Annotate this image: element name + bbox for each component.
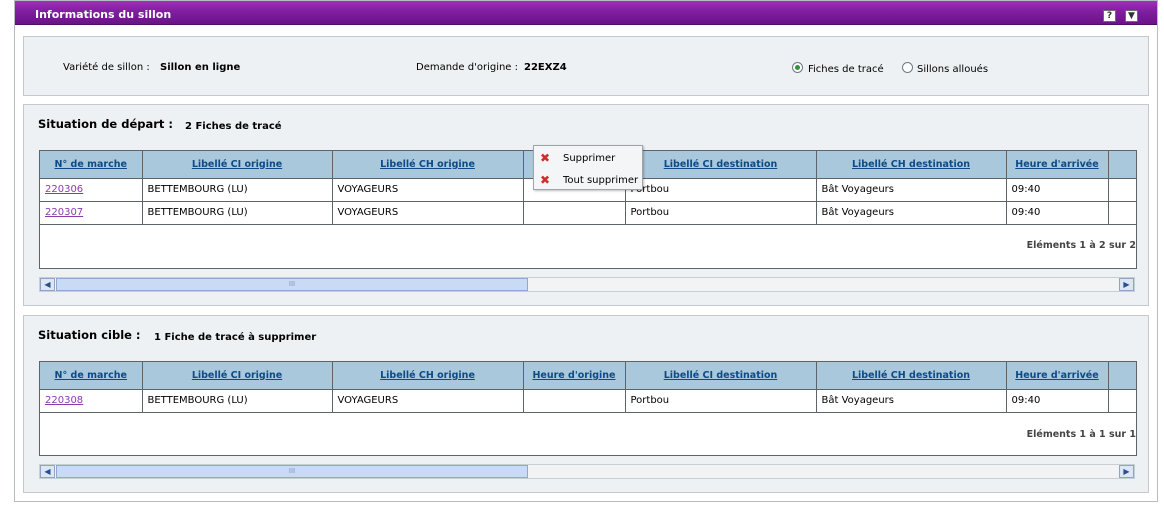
variete-label: Variété de sillon : bbox=[63, 62, 150, 73]
cible-grid: N° de marche Libellé CI origine Libellé … bbox=[39, 361, 1137, 456]
scroll-right-icon[interactable]: ▶ bbox=[1119, 465, 1134, 478]
cell-n-marche[interactable]: 220306 bbox=[40, 178, 143, 202]
col-header-ch-destination[interactable]: Libellé CH destination bbox=[816, 151, 1007, 179]
col-header-heure-arrivee[interactable]: Heure d'arrivée bbox=[1006, 362, 1109, 390]
cell-ci-destination: Portbou bbox=[625, 178, 817, 202]
demande-label: Demande d'origine : bbox=[416, 62, 519, 73]
radio-sillons-alloues[interactable] bbox=[902, 62, 913, 73]
cell-heure-arrivee: 09:40 bbox=[1006, 178, 1109, 202]
cell-n-marche[interactable]: 220307 bbox=[40, 201, 143, 225]
section-cible: Situation cible : 1 Fiche de tracé à sup… bbox=[23, 315, 1149, 493]
radio-sillons-label[interactable]: Sillons alloués bbox=[917, 64, 988, 75]
radio-fiches-label[interactable]: Fiches de tracé bbox=[808, 64, 884, 75]
cible-title: Situation cible : bbox=[38, 328, 141, 342]
panel-title: Informations du sillon bbox=[35, 8, 172, 21]
sillon-panel: Informations du sillon ? ▼ Variété de si… bbox=[14, 0, 1158, 502]
menu-item-tout-supprimer[interactable]: ✖ Tout supprimer bbox=[534, 170, 642, 190]
col-header-ch-origine[interactable]: Libellé CH origine bbox=[332, 362, 524, 390]
cell-ch-origine: VOYAGEURS bbox=[332, 178, 524, 202]
help-icon[interactable]: ? bbox=[1103, 10, 1116, 22]
depart-scrollbar[interactable]: ◀ III ▶ bbox=[39, 277, 1135, 292]
col-header-n-marche[interactable]: N° de marche bbox=[40, 151, 143, 179]
cell-ci-origine: BETTEMBOURG (LU) bbox=[142, 201, 333, 225]
cible-scrollbar[interactable]: ◀ III ▶ bbox=[39, 464, 1135, 479]
cell-ci-destination: Portbou bbox=[625, 389, 817, 413]
delete-icon: ✖ bbox=[540, 151, 551, 165]
cell-n-marche[interactable]: 220308 bbox=[40, 389, 143, 413]
depart-title: Situation de départ : bbox=[38, 117, 174, 131]
delete-icon: ✖ bbox=[540, 173, 551, 187]
cell-heure-arrivee: 09:40 bbox=[1006, 201, 1109, 225]
col-header-extra bbox=[1108, 362, 1136, 390]
scroll-left-icon[interactable]: ◀ bbox=[40, 465, 55, 478]
panel-titlebar: Informations du sillon ? ▼ bbox=[15, 1, 1157, 25]
menu-item-label: Supprimer bbox=[563, 153, 616, 164]
cell-ci-origine: BETTEMBOURG (LU) bbox=[142, 178, 333, 202]
col-header-ci-destination[interactable]: Libellé CI destination bbox=[625, 151, 817, 179]
col-header-extra bbox=[1108, 151, 1136, 179]
demande-value: 22EXZ4 bbox=[524, 62, 567, 73]
cell-heure-origine bbox=[523, 389, 626, 413]
cible-table: N° de marche Libellé CI origine Libellé … bbox=[40, 362, 1136, 413]
col-header-ch-origine[interactable]: Libellé CH origine bbox=[332, 151, 524, 179]
cell-ci-origine: BETTEMBOURG (LU) bbox=[142, 389, 333, 413]
chevron-down-icon[interactable]: ▼ bbox=[1125, 10, 1138, 22]
cell-ci-destination: Portbou bbox=[625, 201, 817, 225]
depart-pagination: Eléments 1 à 2 sur 2 bbox=[1026, 240, 1136, 251]
cell-heure-arrivee: 09:40 bbox=[1006, 389, 1109, 413]
menu-item-supprimer[interactable]: ✖ Supprimer bbox=[534, 148, 642, 168]
variete-value: Sillon en ligne bbox=[160, 62, 241, 73]
table-row[interactable]: 220307 BETTEMBOURG (LU) VOYAGEURS Portbo… bbox=[40, 201, 1136, 225]
col-header-ci-origine[interactable]: Libellé CI origine bbox=[142, 151, 333, 179]
cible-pagination: Eléments 1 à 1 sur 1 bbox=[1026, 429, 1136, 440]
scroll-left-icon[interactable]: ◀ bbox=[40, 278, 55, 291]
cell-ch-destination: Bât Voyageurs bbox=[816, 389, 1007, 413]
cell-ch-destination: Bât Voyageurs bbox=[816, 201, 1007, 225]
section-depart: Situation de départ : 2 Fiches de tracé … bbox=[23, 104, 1149, 306]
cell-ch-destination: Bât Voyageurs bbox=[816, 178, 1007, 202]
col-header-ci-destination[interactable]: Libellé CI destination bbox=[625, 362, 817, 390]
cell-extra bbox=[1108, 201, 1136, 225]
info-box: Variété de sillon : Sillon en ligne Dema… bbox=[23, 36, 1149, 96]
n-marche-link[interactable]: 220308 bbox=[45, 395, 83, 406]
col-header-heure-arrivee[interactable]: Heure d'arrivée bbox=[1006, 151, 1109, 179]
menu-item-label: Tout supprimer bbox=[563, 175, 639, 186]
n-marche-link[interactable]: 220306 bbox=[45, 184, 83, 195]
radio-fiches-de-trace[interactable] bbox=[792, 62, 803, 73]
cell-extra bbox=[1108, 178, 1136, 202]
table-row[interactable]: 220308 BETTEMBOURG (LU) VOYAGEURS Portbo… bbox=[40, 389, 1136, 413]
depart-subtitle: 2 Fiches de tracé bbox=[185, 121, 282, 132]
n-marche-link[interactable]: 220307 bbox=[45, 207, 83, 218]
context-menu: ✖ Supprimer ✖ Tout supprimer bbox=[533, 145, 643, 190]
table-header-row: N° de marche Libellé CI origine Libellé … bbox=[40, 362, 1136, 390]
cell-heure-origine bbox=[523, 201, 626, 225]
col-header-ch-destination[interactable]: Libellé CH destination bbox=[816, 362, 1007, 390]
col-header-ci-origine[interactable]: Libellé CI origine bbox=[142, 362, 333, 390]
cell-extra bbox=[1108, 389, 1136, 413]
cell-ch-origine: VOYAGEURS bbox=[332, 201, 524, 225]
scroll-right-icon[interactable]: ▶ bbox=[1119, 278, 1134, 291]
scroll-thumb[interactable]: III bbox=[56, 465, 528, 478]
col-header-n-marche[interactable]: N° de marche bbox=[40, 362, 143, 390]
cell-ch-origine: VOYAGEURS bbox=[332, 389, 524, 413]
scroll-thumb[interactable]: III bbox=[56, 278, 528, 291]
cible-subtitle: 1 Fiche de tracé à supprimer bbox=[154, 332, 317, 343]
col-header-heure-origine[interactable]: Heure d'origine bbox=[523, 362, 626, 390]
